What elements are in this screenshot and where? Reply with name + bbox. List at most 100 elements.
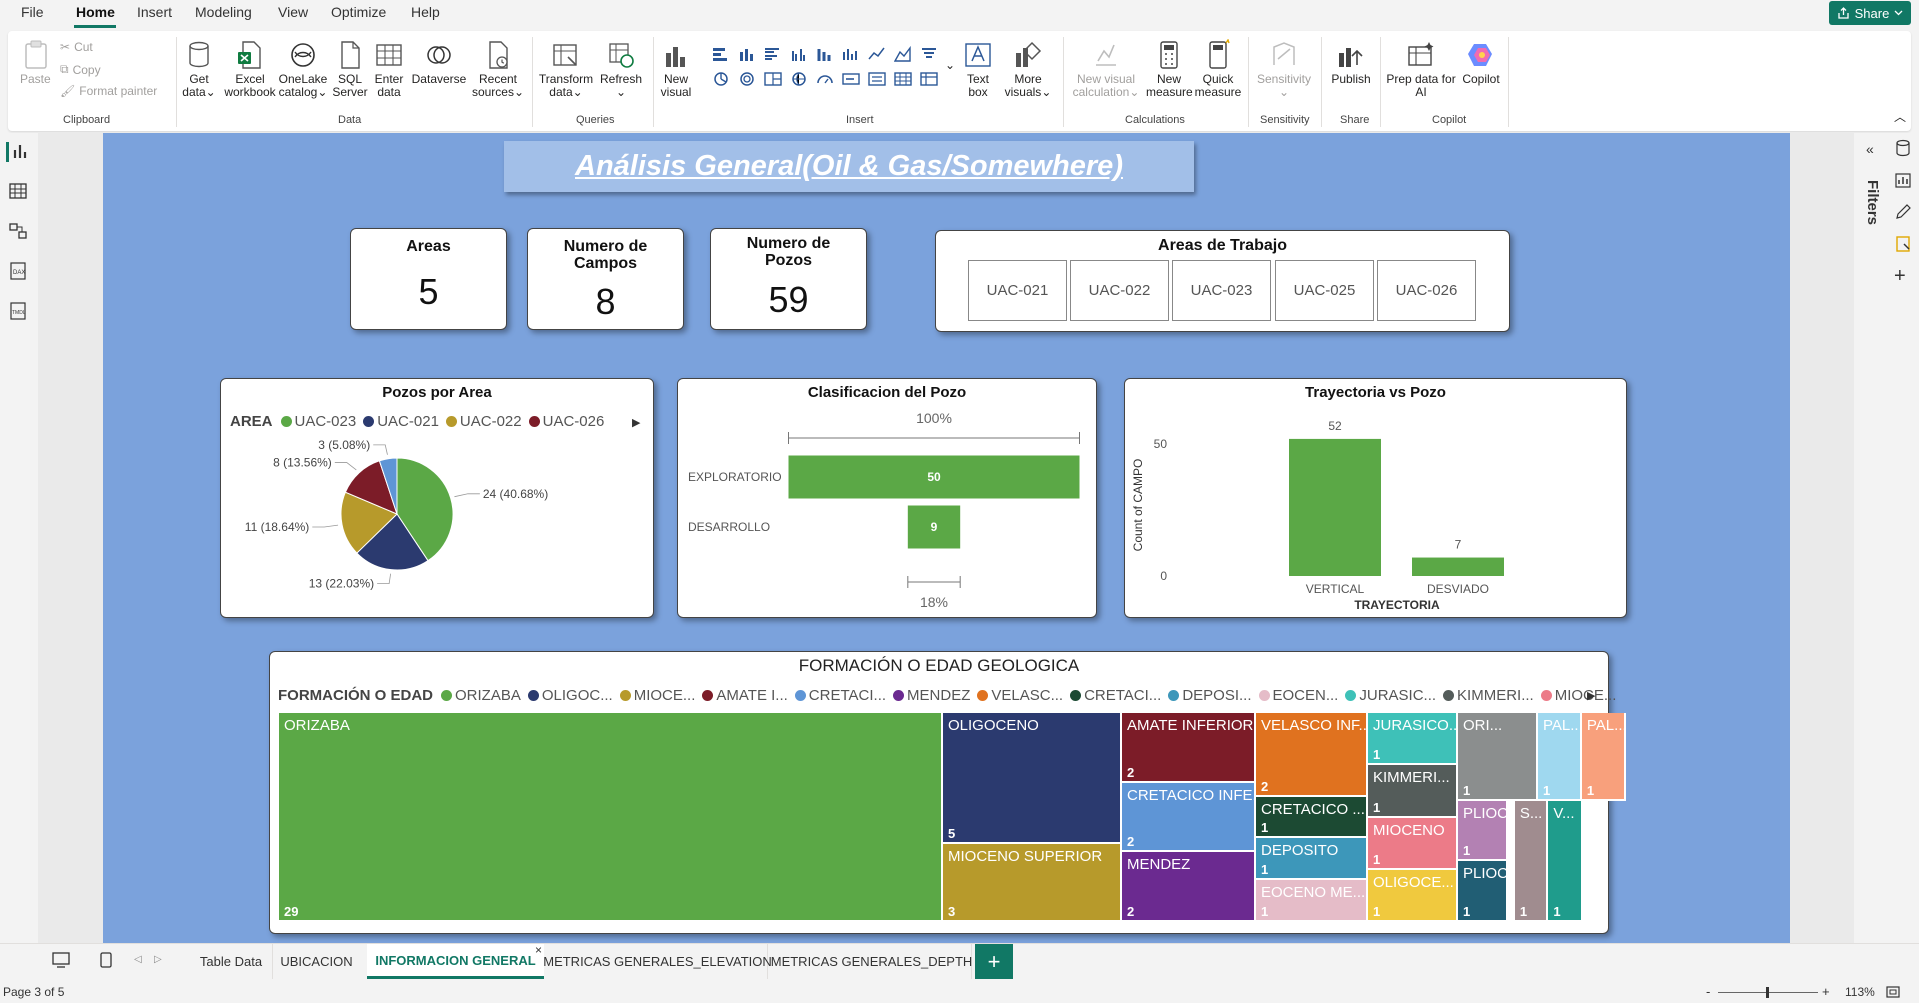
tabs-prev-icon[interactable]: ◁ xyxy=(134,954,142,965)
treemap-node[interactable]: V... 1 xyxy=(1548,800,1583,922)
treemap-node[interactable]: VELASCO INF... 2 xyxy=(1256,713,1368,797)
report-title-banner[interactable]: Análisis General(Oil & Gas/Somewhere) xyxy=(504,141,1194,192)
legend-next-arrow-icon[interactable]: ▶ xyxy=(1587,689,1595,702)
treemap-node[interactable]: MENDEZ 2 xyxy=(1122,852,1256,922)
treemap-node[interactable]: EOCENO ME... 1 xyxy=(1256,880,1368,922)
tab-ubicacion[interactable]: UBICACION xyxy=(272,944,360,979)
data-pane-icon[interactable] xyxy=(1894,139,1914,159)
donut-chart-icon[interactable] xyxy=(734,66,760,91)
menu-help[interactable]: Help xyxy=(411,4,440,20)
treemap-node[interactable]: CRETACICO INFE... 2 xyxy=(1122,782,1256,853)
clustered-bar-icon[interactable] xyxy=(760,41,786,66)
fit-to-page-icon[interactable] xyxy=(1886,986,1900,998)
treemap-node[interactable]: AMATE INFERIOR 2 xyxy=(1122,713,1256,783)
clasificacion-pozo-chart[interactable]: Clasificacion del Pozo 100% 50 EXPLORATORI… xyxy=(677,378,1097,618)
treemap-node[interactable]: CRETACICO ... 1 xyxy=(1256,796,1368,839)
legend-item[interactable]: OLIGOC... xyxy=(527,687,613,704)
onelake-catalog-button[interactable]: OneLake catalog⌄ xyxy=(276,39,330,99)
get-data-button[interactable]: Get data⌄ xyxy=(178,39,220,99)
cut-button[interactable]: ✂ Cut xyxy=(60,40,93,54)
share-button[interactable]: Share xyxy=(1829,1,1911,25)
legend-item[interactable]: KIMMERI... xyxy=(1443,687,1534,704)
mobile-layout-icon[interactable] xyxy=(100,952,112,968)
treemap-node[interactable]: PLIOCE... 1 xyxy=(1458,800,1508,862)
card-numero-pozos[interactable]: Numero de Pozos 59 xyxy=(710,228,867,330)
publish-button[interactable]: Publish xyxy=(1326,39,1376,86)
legend-item[interactable]: EOCEN... xyxy=(1258,687,1338,704)
menu-home[interactable]: Home xyxy=(76,4,115,20)
table-icon[interactable] xyxy=(890,66,916,91)
visual-gallery-more[interactable]: ⌄ xyxy=(944,59,956,72)
menu-file[interactable]: File xyxy=(21,4,44,20)
bookmarks-pane-icon[interactable] xyxy=(1894,235,1914,255)
tmdl-view-icon[interactable]: TMDL xyxy=(9,302,29,322)
area-option[interactable]: UAC-023 xyxy=(1172,260,1271,321)
menu-optimize[interactable]: Optimize xyxy=(331,4,386,20)
add-pane-icon[interactable]: + xyxy=(1894,266,1914,287)
area-option[interactable]: UAC-025 xyxy=(1275,260,1374,321)
area-option[interactable]: UAC-026 xyxy=(1377,260,1476,321)
dax-query-view-icon[interactable]: DAX xyxy=(9,262,29,282)
waterfall-icon[interactable] xyxy=(916,41,942,66)
new-visual-button[interactable]: New visual xyxy=(656,39,696,99)
zoom-out-button[interactable]: - xyxy=(1706,984,1710,999)
zoom-slider[interactable] xyxy=(1718,987,1818,998)
quick-measure-button[interactable]: Quick measure xyxy=(1193,39,1243,99)
line-chart-icon[interactable] xyxy=(864,41,890,66)
areas-trabajo-slicer[interactable]: Areas de Trabajo UAC-021 UAC-022 UAC-023… xyxy=(935,230,1510,332)
ribbon-chart-icon[interactable] xyxy=(838,41,864,66)
excel-workbook-button[interactable]: Excel workbook xyxy=(221,39,279,99)
area-chart-icon[interactable] xyxy=(890,41,916,66)
treemap-icon[interactable] xyxy=(760,66,786,91)
legend-item[interactable]: MIOCE... xyxy=(619,687,695,704)
treemap-node[interactable]: MIOCENO SUPERIOR 3 xyxy=(943,843,1122,922)
card-areas[interactable]: Areas 5 xyxy=(350,228,507,330)
treemap-node[interactable]: JURASICO... 1 xyxy=(1368,713,1458,766)
legend-item[interactable]: ORIZABA xyxy=(441,687,521,704)
treemap-node[interactable]: DEPOSITO 1 xyxy=(1256,838,1368,881)
new-measure-button[interactable]: New measure xyxy=(1146,39,1193,99)
legend-next-arrow-icon[interactable]: ▶ xyxy=(632,416,640,429)
treemap-node[interactable]: ORI... 1 xyxy=(1458,713,1538,801)
text-box-button[interactable]: Text box xyxy=(960,39,996,99)
copy-button[interactable]: ⧉ Copy xyxy=(60,62,101,77)
treemap-node[interactable]: ORIZABA 29 xyxy=(279,713,943,922)
stacked-column-icon[interactable] xyxy=(812,41,838,66)
treemap-node[interactable]: S... 1 xyxy=(1514,800,1549,922)
recent-sources-button[interactable]: Recent sources⌄ xyxy=(470,39,526,99)
copilot-button[interactable]: Copilot xyxy=(1456,39,1506,86)
area-option[interactable]: UAC-022 xyxy=(1070,260,1169,321)
treemap-node[interactable]: PAL... 1 xyxy=(1581,713,1626,801)
legend-item[interactable]: VELASC... xyxy=(977,687,1063,704)
table-view-icon[interactable] xyxy=(9,182,29,202)
tabs-next-icon[interactable]: ▷ xyxy=(154,954,162,965)
desktop-layout-icon[interactable] xyxy=(52,952,70,968)
treemap-node[interactable]: PLIOCE... 1 xyxy=(1458,861,1508,922)
map-icon[interactable] xyxy=(786,66,812,91)
filters-pane-label[interactable]: Filters xyxy=(1857,180,1881,260)
report-canvas[interactable]: Análisis General(Oil & Gas/Somewhere) Ar… xyxy=(103,133,1790,943)
matrix-icon[interactable] xyxy=(916,66,942,91)
transform-data-button[interactable]: Transform data⌄ xyxy=(536,39,596,99)
format-pane-icon[interactable] xyxy=(1894,203,1914,223)
multi-row-card-icon[interactable] xyxy=(864,66,890,91)
legend-item[interactable]: AMATE I... xyxy=(702,687,788,704)
card-icon[interactable] xyxy=(838,66,864,91)
visualizations-pane-icon[interactable] xyxy=(1894,171,1914,191)
enter-data-button[interactable]: Enter data xyxy=(369,39,409,99)
refresh-button[interactable]: Refresh ⌄ xyxy=(596,39,646,99)
treemap-node[interactable]: OLIGOCENO 5 xyxy=(943,713,1122,844)
stacked-bar-icon[interactable] xyxy=(708,41,734,66)
pozos-por-area-chart[interactable]: Pozos por Area AREA UAC-023 UAC-021 UAC-… xyxy=(220,378,654,618)
formacion-treemap-chart[interactable]: FORMACIÓN O EDAD GEOLOGICA FORMACIÓN O E… xyxy=(269,651,1626,934)
close-tab-icon[interactable]: × xyxy=(535,943,542,957)
treemap-node[interactable]: MIOCENO 1 xyxy=(1368,817,1458,870)
format-painter-button[interactable]: 🖌 Format painter xyxy=(60,84,157,98)
new-visual-calculation-button[interactable]: New visual calculation⌄ xyxy=(1067,39,1145,99)
menu-insert[interactable]: Insert xyxy=(137,4,172,20)
legend-item[interactable]: MENDEZ xyxy=(893,687,970,704)
legend-item[interactable]: UAC-026 xyxy=(528,413,604,430)
prep-data-for-ai-button[interactable]: Prep data for AI xyxy=(1384,39,1458,99)
dataverse-button[interactable]: Dataverse xyxy=(408,39,470,86)
legend-item[interactable]: CRETACI... xyxy=(794,687,886,704)
